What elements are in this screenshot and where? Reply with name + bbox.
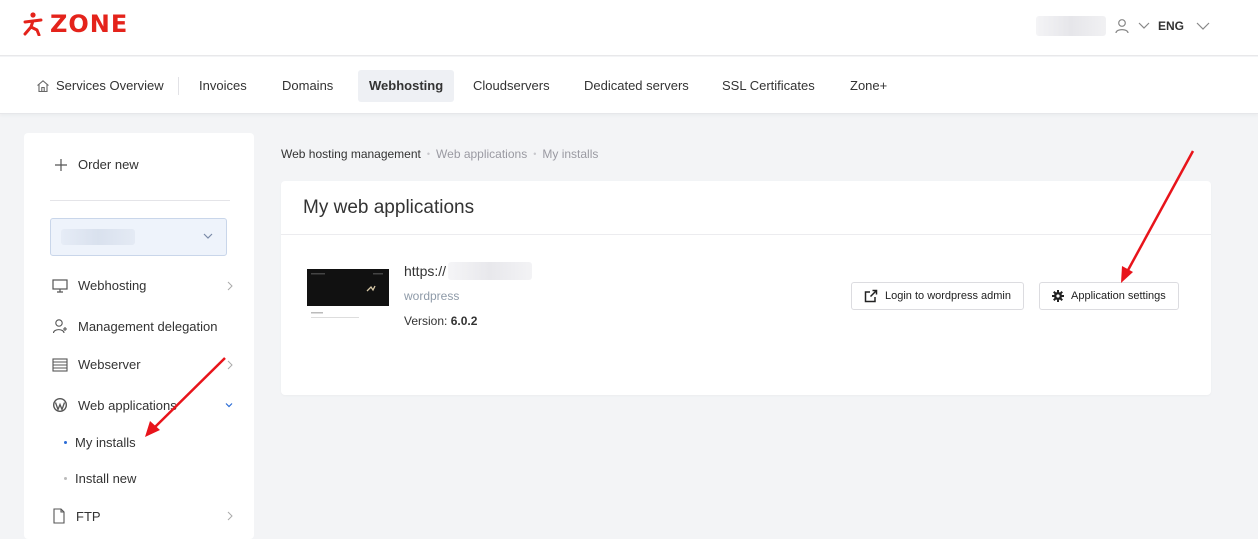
sidebar-divider bbox=[50, 200, 230, 201]
chevron-right-icon bbox=[227, 511, 233, 521]
page-title: My web applications bbox=[303, 197, 475, 218]
blurred-username bbox=[1035, 16, 1106, 36]
top-header: ZONE ENG bbox=[0, 0, 1258, 56]
blurred-domain bbox=[448, 262, 533, 280]
chevron-down-icon bbox=[1138, 22, 1150, 29]
nav-dedicated-servers[interactable]: Dedicated servers bbox=[573, 70, 700, 102]
chevron-down-icon[interactable] bbox=[1196, 22, 1210, 31]
nav-label: Domains bbox=[282, 78, 334, 93]
sidebar-subitem-label: Install new bbox=[75, 471, 137, 486]
nav-label: SSL Certificates bbox=[722, 78, 815, 93]
sidebar-item-label: FTP bbox=[76, 508, 101, 524]
card-divider bbox=[281, 234, 1211, 235]
nav-label: Webhosting bbox=[369, 78, 444, 93]
gear-icon bbox=[1052, 290, 1064, 302]
logo-text: ZONE bbox=[50, 10, 129, 38]
plus-icon bbox=[55, 158, 67, 171]
thumbnail-preview-image bbox=[311, 273, 383, 292]
sidebar-item-management-delegation[interactable]: Management delegation bbox=[52, 318, 232, 334]
settings-button-label: Application settings bbox=[1071, 290, 1166, 302]
sidebar-item-label: Webserver bbox=[78, 357, 141, 372]
app-url[interactable]: https:// bbox=[404, 262, 533, 280]
sidebar-item-label: Webhosting bbox=[78, 278, 147, 293]
breadcrumb-web-applications[interactable]: Web applications bbox=[436, 147, 527, 161]
server-icon bbox=[52, 357, 68, 372]
home-icon bbox=[37, 80, 49, 93]
chevron-right-icon bbox=[227, 281, 233, 290]
breadcrumb-separator: • bbox=[426, 149, 431, 159]
nav-zone-plus[interactable]: Zone+ bbox=[839, 70, 898, 102]
zone-logo[interactable]: ZONE bbox=[22, 10, 128, 38]
nav-domains[interactable]: Domains bbox=[271, 70, 344, 102]
nav-label: Zone+ bbox=[850, 78, 888, 93]
chevron-right-icon bbox=[227, 360, 233, 369]
nav-divider bbox=[178, 77, 179, 95]
sidebar-item-label: Web applications bbox=[78, 397, 177, 413]
sidebar-item-webhosting[interactable]: Webhosting bbox=[52, 278, 233, 293]
chevron-down-icon bbox=[225, 403, 233, 408]
thumbnail-text-preview bbox=[311, 312, 359, 318]
inactive-dot bbox=[64, 477, 67, 480]
nav-services-overview[interactable]: Services Overview bbox=[25, 70, 175, 102]
nav-label: Cloudservers bbox=[473, 78, 550, 93]
sidebar-item-web-applications[interactable]: Web applications bbox=[52, 397, 233, 413]
main-nav: Services Overview Invoices Domains Webho… bbox=[0, 57, 1258, 114]
active-dot bbox=[64, 441, 67, 444]
hosting-account-select[interactable] bbox=[50, 218, 227, 256]
breadcrumb: Web hosting management • Web application… bbox=[281, 147, 598, 161]
breadcrumb-root[interactable]: Web hosting management bbox=[281, 147, 421, 161]
nav-cloudservers[interactable]: Cloudservers bbox=[462, 70, 561, 102]
monitor-icon bbox=[52, 278, 68, 293]
nav-label: Dedicated servers bbox=[584, 78, 689, 93]
sidebar-item-webserver[interactable]: Webserver bbox=[52, 357, 233, 372]
user-icon bbox=[1115, 19, 1129, 34]
user-add-icon bbox=[52, 319, 67, 334]
breadcrumb-separator: • bbox=[533, 149, 537, 159]
order-new-button[interactable]: Order new bbox=[54, 157, 139, 172]
runner-logo-icon bbox=[23, 12, 43, 36]
application-settings-button[interactable]: Application settings bbox=[1039, 282, 1179, 310]
nav-ssl-certificates[interactable]: SSL Certificates bbox=[711, 70, 826, 102]
language-selector[interactable]: ENG bbox=[1158, 19, 1184, 33]
nav-invoices[interactable]: Invoices bbox=[188, 70, 258, 102]
nav-webhosting[interactable]: Webhosting bbox=[358, 70, 455, 102]
order-new-label: Order new bbox=[78, 157, 139, 172]
wordpress-icon bbox=[53, 398, 67, 412]
nav-label: Invoices bbox=[199, 78, 247, 93]
sidebar-item-ftp[interactable]: FTP bbox=[52, 508, 233, 524]
version-value: 6.0.2 bbox=[450, 314, 478, 328]
breadcrumb-my-installs: My installs bbox=[542, 147, 599, 161]
sidebar-subitem-install-new[interactable]: Install new bbox=[64, 471, 136, 486]
sidebar: Order new Webhosting Management delegati… bbox=[24, 133, 254, 539]
app-version: Version: 6.0.2 bbox=[404, 314, 477, 328]
sidebar-item-label: Management delegation bbox=[78, 318, 218, 334]
app-url-prefix: https:// bbox=[404, 263, 447, 279]
app-name: wordpress bbox=[404, 289, 460, 303]
sidebar-subitem-label: My installs bbox=[75, 435, 136, 450]
version-label: Version: bbox=[404, 314, 448, 328]
blurred-account-name bbox=[61, 229, 135, 245]
nav-label: Services Overview bbox=[56, 78, 164, 93]
login-button-label: Login to wordpress admin bbox=[885, 290, 1011, 302]
login-to-wordpress-admin-button[interactable]: Login to wordpress admin bbox=[851, 282, 1024, 310]
user-menu[interactable]: ENG bbox=[1035, 14, 1210, 38]
web-applications-card: My web applications https:// wordpress V… bbox=[281, 181, 1211, 395]
app-thumbnail bbox=[307, 269, 389, 331]
sidebar-subitem-my-installs[interactable]: My installs bbox=[64, 435, 136, 450]
file-icon bbox=[53, 508, 65, 524]
external-link-icon bbox=[864, 289, 878, 303]
chevron-down-icon bbox=[203, 233, 213, 239]
